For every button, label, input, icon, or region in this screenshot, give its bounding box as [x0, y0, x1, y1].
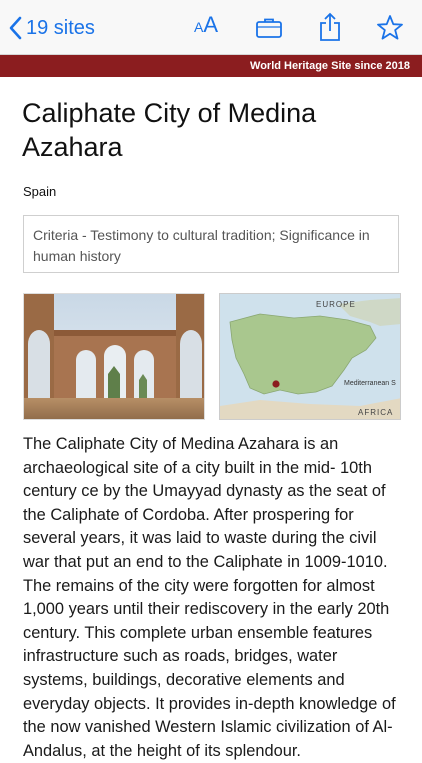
map-label-europe: EUROPE: [316, 300, 356, 309]
back-button[interactable]: 19 sites: [8, 12, 95, 44]
map-label-africa: AFRICA: [358, 408, 394, 417]
navigation-bar: 19 sites AA: [0, 0, 422, 55]
iberian-peninsula-map: [220, 298, 400, 419]
font-size-icon[interactable]: AA: [194, 14, 218, 36]
page-title: Caliphate City of Medina Azahara: [22, 98, 317, 162]
briefcase-icon[interactable]: [255, 17, 283, 39]
ruins-photo-image: [24, 294, 204, 419]
map-label-sea: Mediterranean S: [344, 380, 396, 387]
country-label: Spain: [23, 184, 57, 199]
share-icon[interactable]: [318, 12, 342, 42]
site-description: The Caliphate City of Medina Azahara is …: [23, 435, 396, 760]
back-button-label: 19 sites: [26, 16, 95, 39]
chevron-left-icon: [9, 16, 22, 40]
site-photo[interactable]: [23, 293, 205, 420]
star-icon[interactable]: [376, 14, 404, 41]
criteria-box: Criteria - Testimony to cultural traditi…: [23, 215, 399, 273]
location-map[interactable]: EUROPE Mediterranean S AFRICA: [219, 293, 401, 420]
inscription-banner: World Heritage Site since 2018: [0, 55, 422, 77]
